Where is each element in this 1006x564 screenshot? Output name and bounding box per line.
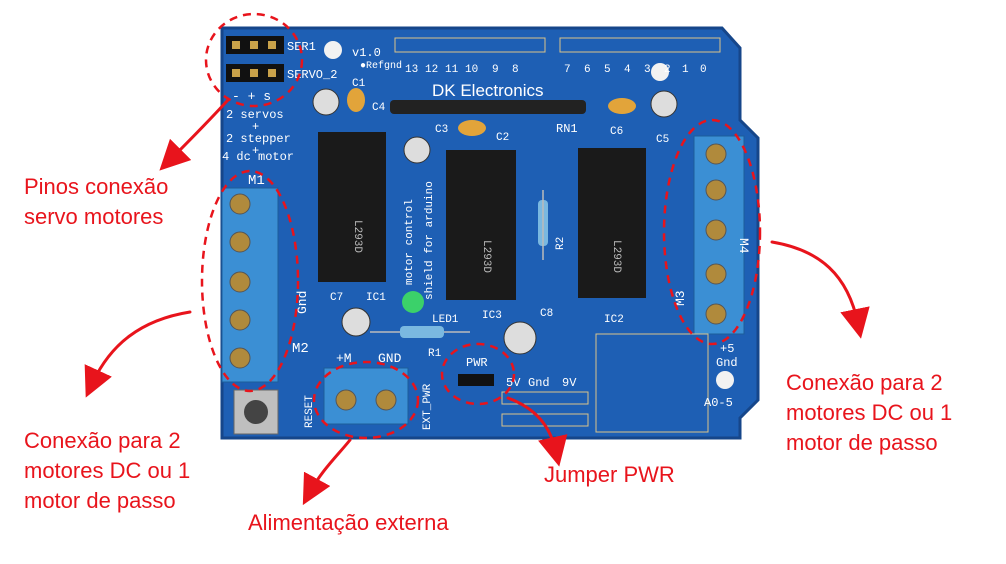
callout-servo: Pinos conexão servo motores [24, 172, 168, 232]
label-led1: LED1 [432, 314, 459, 326]
servo-header-ser1 [226, 36, 284, 54]
pwr-jumper [458, 374, 494, 386]
label-c4: C4 [372, 102, 386, 114]
label-motor-control: motor control [404, 199, 416, 285]
pin-number: 6 [584, 64, 591, 76]
label-c6: C6 [610, 126, 623, 138]
feature-line: 4 dc motor [222, 150, 294, 164]
label-r1: R1 [428, 348, 442, 360]
label-minus-plus-s: - + s [232, 89, 271, 104]
label-servo2: SERVO_2 [287, 68, 337, 82]
right-motor-arrow [770, 240, 870, 339]
pin-number: 4 [624, 64, 631, 76]
ceramic-capacitor-c2 [458, 120, 486, 136]
ic-marking: L293D [351, 220, 363, 253]
callout-line: Pinos conexão [24, 174, 169, 199]
ic2-chip: L293D [578, 148, 646, 298]
label-r2: R2 [555, 237, 567, 250]
terminal-block-right [693, 135, 745, 335]
led1 [402, 291, 424, 313]
resistor-network-rn1 [390, 100, 586, 114]
pin-number: 13 [405, 64, 418, 76]
label-ic1: IC1 [366, 292, 386, 304]
ic-marking: L293D [480, 240, 492, 273]
pin-number: 11 [445, 64, 459, 76]
label-plus5: +5 [720, 342, 734, 356]
servo-arrow [159, 98, 230, 171]
callout-line: motor de passo [24, 488, 176, 513]
pin-number: 7 [564, 64, 571, 76]
power-arrow [302, 438, 352, 506]
power-terminal-block [323, 367, 409, 425]
ic-marking: L293D [610, 240, 622, 273]
servo-header-servo2 [226, 64, 284, 82]
callout-line: motores DC ou 1 [24, 458, 191, 483]
reset-button [233, 389, 279, 435]
terminal-block-left [221, 187, 279, 383]
label-gnd2: Gnd [528, 376, 550, 390]
label-9v: 9V [562, 376, 577, 390]
label-c8: C8 [540, 308, 553, 320]
ceramic-capacitor [347, 88, 365, 112]
label-m4: M4 [736, 238, 751, 254]
label-c1: C1 [352, 78, 366, 90]
analog-pin-area [595, 333, 709, 433]
label-arefgnd: ●Refgnd [360, 60, 402, 72]
callout-power: Alimentação externa [248, 508, 449, 538]
pin-number: 1 [682, 64, 689, 76]
label-a0-5: A0-5 [704, 396, 733, 410]
pin-number: 8 [512, 64, 519, 76]
callout-jumper: Jumper PWR [544, 460, 675, 490]
label-c5: C5 [656, 134, 669, 146]
callout-line: Alimentação externa [248, 510, 449, 535]
label-gnd3: Gnd [716, 356, 738, 370]
ic3-chip: L293D [446, 150, 516, 300]
label-c7: C7 [330, 292, 343, 304]
label-shield: shield for arduino [424, 181, 436, 300]
feature-list: 2 servos + 2 stepper + 4 dc motor [222, 108, 294, 164]
label-c2: C2 [496, 132, 509, 144]
callout-right-motors: Conexão para 2 motores DC ou 1 motor de … [786, 368, 952, 458]
pin-number: 2 [664, 64, 671, 76]
label-pwr: PWR [466, 356, 488, 370]
label-brand: DK Electronics [432, 81, 543, 100]
pin-number: 10 [465, 64, 478, 76]
callout-line: Conexão para 2 [786, 370, 943, 395]
label-m2: M2 [292, 341, 309, 357]
label-c3: C3 [435, 124, 448, 136]
left-motor-arrow [84, 310, 192, 398]
pin-number: 0 [700, 64, 707, 76]
label-ext-pwr: EXT_PWR [422, 383, 434, 430]
callout-line: motor de passo [786, 430, 938, 455]
label-rn1: RN1 [556, 122, 578, 136]
pin-number: 12 [425, 64, 438, 76]
pin-number: 5 [604, 64, 611, 76]
ceramic-capacitor-c6 [608, 98, 636, 114]
pin-number: 3 [644, 64, 651, 76]
callout-line: servo motores [24, 204, 164, 229]
label-ic3: IC3 [482, 310, 502, 322]
callout-left-motors: Conexão para 2 motores DC ou 1 motor de … [24, 426, 190, 516]
label-version: v1.0 [352, 46, 381, 60]
callout-line: Jumper PWR [544, 462, 675, 487]
callout-line: motores DC ou 1 [786, 400, 953, 425]
callout-line: Conexão para 2 [24, 428, 181, 453]
pin-number: 9 [492, 64, 499, 76]
ic1-chip: L293D [318, 132, 386, 282]
label-ic2: IC2 [604, 314, 624, 326]
